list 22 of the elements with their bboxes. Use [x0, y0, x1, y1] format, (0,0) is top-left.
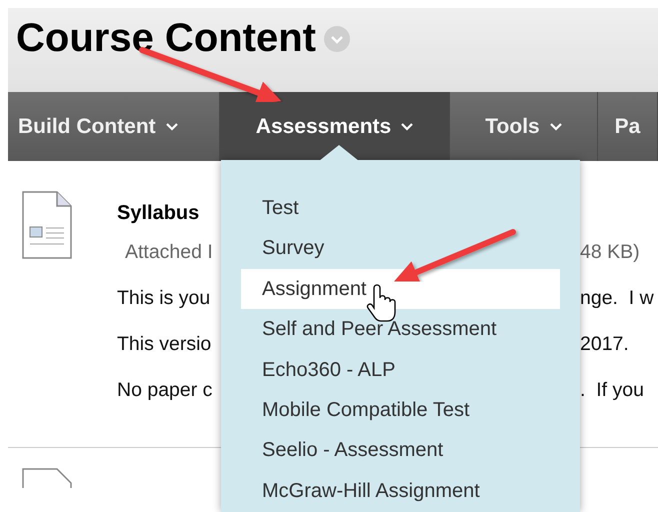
menu-item[interactable]: Mobile Compatible Test	[241, 390, 560, 430]
menu-item[interactable]: Survey	[241, 228, 560, 269]
options-chevron-icon[interactable]	[324, 26, 350, 52]
menu-item[interactable]: Seelio - Assessment	[241, 430, 560, 471]
menu-item[interactable]: Self and Peer Assessment	[241, 309, 560, 350]
attachment-size: 48 KB)	[580, 241, 640, 263]
body-text: . If you	[580, 379, 644, 401]
body-text: No paper c	[117, 379, 214, 401]
menu-item[interactable]: Test	[241, 188, 560, 228]
body-text: This versio	[117, 333, 212, 355]
body-text: nge. I w	[580, 287, 654, 309]
body-text: This is you	[117, 287, 212, 309]
hand-cursor-icon	[366, 284, 396, 322]
body-text: 2017.	[580, 333, 629, 355]
menu-item[interactable]: McGraw-Hill Assignment	[241, 470, 560, 512]
nav-tab[interactable]: Pa	[598, 92, 658, 161]
page-title: Course Content	[16, 18, 316, 58]
nav-tab[interactable]: Assessments	[220, 92, 450, 161]
menu-item[interactable]: Assignment	[241, 268, 560, 310]
document-icon	[22, 191, 72, 259]
menu-item[interactable]: Echo360 - ALP	[241, 350, 560, 390]
document-icon	[22, 468, 72, 488]
